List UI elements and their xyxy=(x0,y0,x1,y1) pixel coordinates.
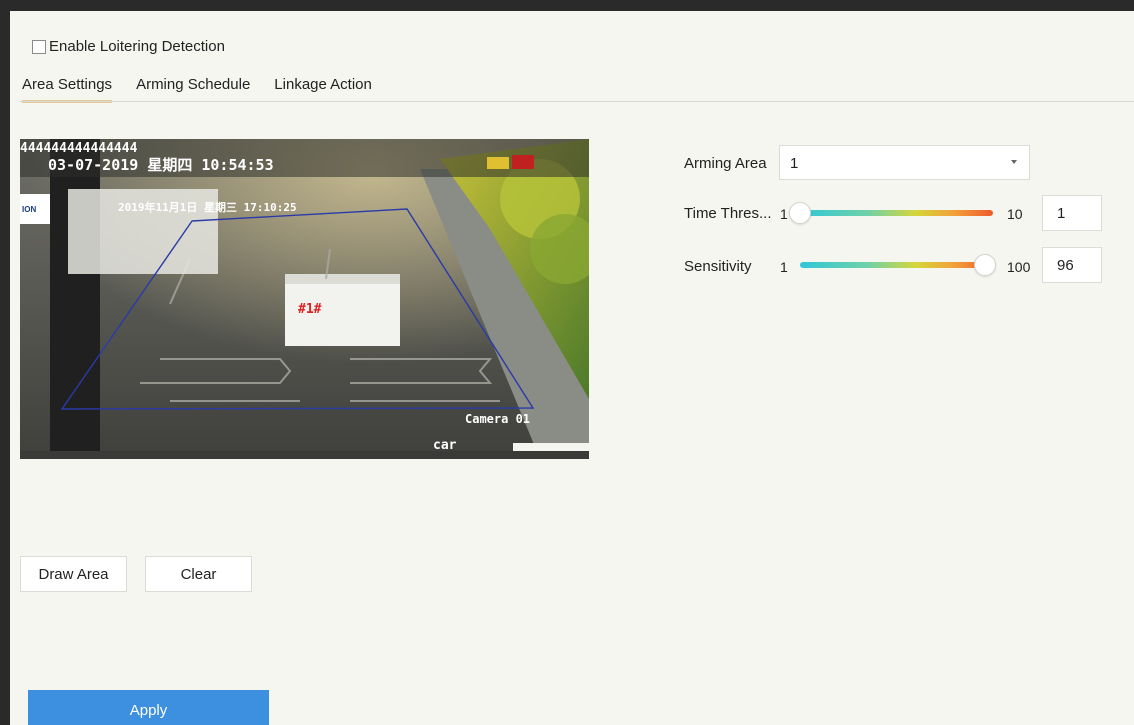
tab-area-settings[interactable]: Area Settings xyxy=(22,76,113,103)
arming-area-select[interactable]: 1 xyxy=(779,145,1030,180)
arming-area-value: 1 xyxy=(790,155,799,172)
svg-text:03-07-2019 星期四 10:54:53: 03-07-2019 星期四 10:54:53 xyxy=(48,156,274,174)
time-threshold-value: 1 xyxy=(1057,205,1066,222)
time-threshold-max: 10 xyxy=(1007,206,1023,222)
sensitivity-label: Sensitivity xyxy=(684,258,752,275)
sensitivity-min: 1 xyxy=(780,259,788,275)
window-frame-left xyxy=(0,0,10,725)
tab-linkage-action[interactable]: Linkage Action xyxy=(274,76,372,103)
draw-area-button[interactable]: Draw Area xyxy=(20,556,127,592)
time-threshold-label: Time Thres... xyxy=(684,205,772,222)
camera-preview[interactable]: ION 444444444444444 03-07-2019 星期四 10:54… xyxy=(20,139,589,459)
time-threshold-slider-track[interactable] xyxy=(800,210,993,216)
time-threshold-min: 1 xyxy=(780,206,788,222)
sensitivity-slider-track[interactable] xyxy=(800,262,993,268)
svg-text:2019年11月1日 星期三 17:10:25: 2019年11月1日 星期三 17:10:25 xyxy=(118,200,297,214)
time-threshold-slider-handle[interactable] xyxy=(789,202,811,224)
chevron-down-icon xyxy=(1011,160,1017,164)
tab-divider xyxy=(20,101,1134,102)
tab-bar: Area Settings Arming Schedule Linkage Ac… xyxy=(22,76,372,103)
draw-area-label: Draw Area xyxy=(38,565,109,583)
svg-text:444444444444444: 444444444444444 xyxy=(20,141,138,156)
sensitivity-max: 100 xyxy=(1007,259,1031,275)
apply-label: Apply xyxy=(129,701,168,719)
camera-scene: ION 444444444444444 03-07-2019 星期四 10:54… xyxy=(20,139,589,459)
sensitivity-input[interactable]: 96 xyxy=(1042,247,1102,283)
area-number-label: #1# xyxy=(298,302,322,317)
time-threshold-input[interactable]: 1 xyxy=(1042,195,1102,231)
sensitivity-slider-handle[interactable] xyxy=(974,254,997,276)
enable-loitering-checkbox[interactable] xyxy=(32,39,46,54)
clear-button[interactable]: Clear xyxy=(145,556,252,592)
enable-loitering-label: Enable Loitering Detection xyxy=(49,38,225,55)
enable-loitering-row[interactable]: Enable Loitering Detection xyxy=(32,38,225,55)
arming-area-label: Arming Area xyxy=(684,155,767,172)
window-frame-top xyxy=(0,0,1134,11)
tab-arming-schedule[interactable]: Arming Schedule xyxy=(136,76,250,103)
sensitivity-value: 96 xyxy=(1057,257,1074,274)
camera-name-label: Camera 01 xyxy=(465,412,531,426)
apply-button[interactable]: Apply xyxy=(28,690,269,725)
svg-text:car: car xyxy=(433,438,457,453)
svg-text:ION: ION xyxy=(22,205,36,214)
clear-label: Clear xyxy=(180,565,217,583)
